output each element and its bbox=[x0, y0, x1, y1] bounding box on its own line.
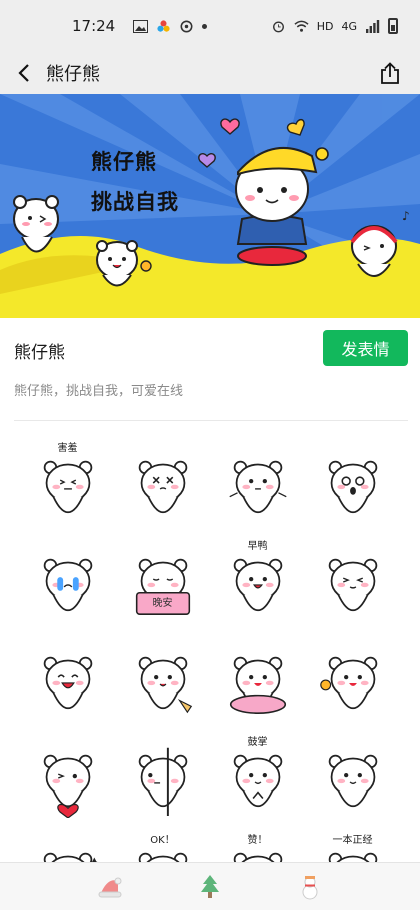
sticker-item[interactable] bbox=[305, 534, 400, 632]
gallery-icon bbox=[133, 19, 149, 33]
sticker-item[interactable] bbox=[115, 730, 210, 828]
svg-text:♪: ♪ bbox=[402, 209, 410, 223]
music-app-icon bbox=[180, 20, 193, 32]
bear-flower-icon bbox=[319, 656, 377, 710]
banner-illustration: ♪ bbox=[0, 94, 420, 318]
app-colorful-icon bbox=[157, 19, 170, 32]
sticker-grid: 害羞晚安 早鸭鼓掌 OK！ 赞！ 一本正经 bbox=[20, 436, 400, 862]
sticker-item[interactable] bbox=[305, 436, 400, 534]
tab-christmas-tree[interactable] bbox=[190, 867, 230, 907]
sticker-caption: 一本正经 bbox=[332, 835, 373, 846]
add-sticker-button[interactable]: 发表情 bbox=[323, 330, 408, 366]
sticker-banner: ♪ 熊仔熊 挑战自我 bbox=[0, 94, 420, 318]
sticker-item[interactable] bbox=[115, 632, 210, 730]
alarm-icon bbox=[272, 20, 284, 32]
pack-description: 熊仔熊，挑战自我，可爱在线 bbox=[14, 384, 184, 399]
network-badge: 4G bbox=[341, 19, 357, 33]
sticker-pack-detail: 熊仔熊 发表情 熊仔熊，挑战自我，可爱在线 害羞晚安 早鸭鼓掌 OK！ 赞！ 一本正经 bbox=[0, 318, 420, 862]
sticker-item[interactable] bbox=[115, 436, 210, 534]
status-bar: 17:24 HD 4G bbox=[0, 0, 420, 52]
bear-clap-icon bbox=[233, 754, 282, 808]
nav-bar: 熊仔熊 bbox=[0, 52, 420, 94]
bear-laugh-icon bbox=[43, 656, 92, 710]
signal-icon bbox=[366, 19, 380, 33]
sticker-item[interactable] bbox=[20, 632, 115, 730]
hd-badge: HD bbox=[316, 19, 334, 33]
status-time: 17:24 bbox=[72, 17, 116, 35]
sticker-item[interactable] bbox=[20, 730, 115, 828]
bear-crying-icon bbox=[43, 558, 92, 612]
bear-dance-icon bbox=[138, 656, 192, 714]
sticker-item[interactable]: 鼓掌 bbox=[210, 730, 305, 828]
wifi-icon bbox=[294, 20, 309, 32]
sticker-item[interactable] bbox=[210, 632, 305, 730]
sticker-item[interactable] bbox=[305, 730, 400, 828]
bear-lying-icon bbox=[328, 754, 377, 808]
sticker-item[interactable]: 早鸭 bbox=[210, 534, 305, 632]
share-icon bbox=[381, 62, 399, 84]
bear-peek-icon bbox=[138, 747, 187, 817]
pack-name: 熊仔熊 bbox=[14, 343, 65, 363]
bear-shocked-icon bbox=[328, 460, 377, 514]
bottom-tab-bar bbox=[0, 862, 420, 910]
christmas-tree-icon bbox=[201, 874, 219, 898]
tab-snowman[interactable] bbox=[290, 867, 330, 907]
bear-donut-icon bbox=[229, 656, 286, 714]
snowman-icon bbox=[302, 875, 318, 899]
sticker-item[interactable]: 一本正经 bbox=[305, 828, 400, 862]
bear-blush-icon bbox=[328, 558, 377, 612]
sticker-item[interactable] bbox=[20, 534, 115, 632]
sticker-caption: OK！ bbox=[150, 835, 175, 846]
chevron-left-icon bbox=[18, 64, 29, 82]
sticker-item[interactable]: 害羞 bbox=[20, 436, 115, 534]
sticker-item[interactable] bbox=[20, 828, 115, 862]
sticker-item[interactable]: OK！ bbox=[115, 828, 210, 862]
tab-santa-hat[interactable] bbox=[90, 867, 130, 907]
sticker-caption: 害羞 bbox=[57, 443, 78, 454]
banner-title-line1: 熊仔熊 bbox=[91, 150, 157, 174]
sticker-item[interactable]: 晚安 bbox=[115, 534, 210, 632]
divider bbox=[14, 420, 408, 421]
page-title: 熊仔熊 bbox=[46, 64, 100, 85]
sticker-caption: 晚安 bbox=[152, 598, 173, 609]
bear-goodnight-icon bbox=[135, 558, 190, 615]
bear-sparkle-icon bbox=[43, 852, 97, 862]
bear-heart-icon bbox=[43, 754, 92, 818]
santa-hat-icon bbox=[98, 877, 122, 897]
sticker-caption: 赞！ bbox=[247, 835, 268, 846]
notification-dot-icon bbox=[202, 23, 208, 29]
bear-shrug-icon bbox=[228, 460, 287, 514]
sticker-item[interactable] bbox=[305, 632, 400, 730]
sticker-caption: 鼓掌 bbox=[247, 737, 268, 748]
back-button[interactable] bbox=[4, 53, 44, 93]
sticker-caption: 早鸭 bbox=[247, 541, 268, 552]
bear-morning-icon bbox=[233, 558, 282, 612]
banner-title-line2: 挑战自我 bbox=[91, 190, 179, 214]
sticker-item[interactable]: 赞！ bbox=[210, 828, 305, 862]
sticker-item[interactable] bbox=[210, 436, 305, 534]
share-button[interactable] bbox=[374, 57, 406, 89]
bear-dizzy-icon bbox=[138, 460, 187, 514]
battery-icon bbox=[388, 18, 398, 34]
bear-shy-icon bbox=[43, 460, 92, 514]
